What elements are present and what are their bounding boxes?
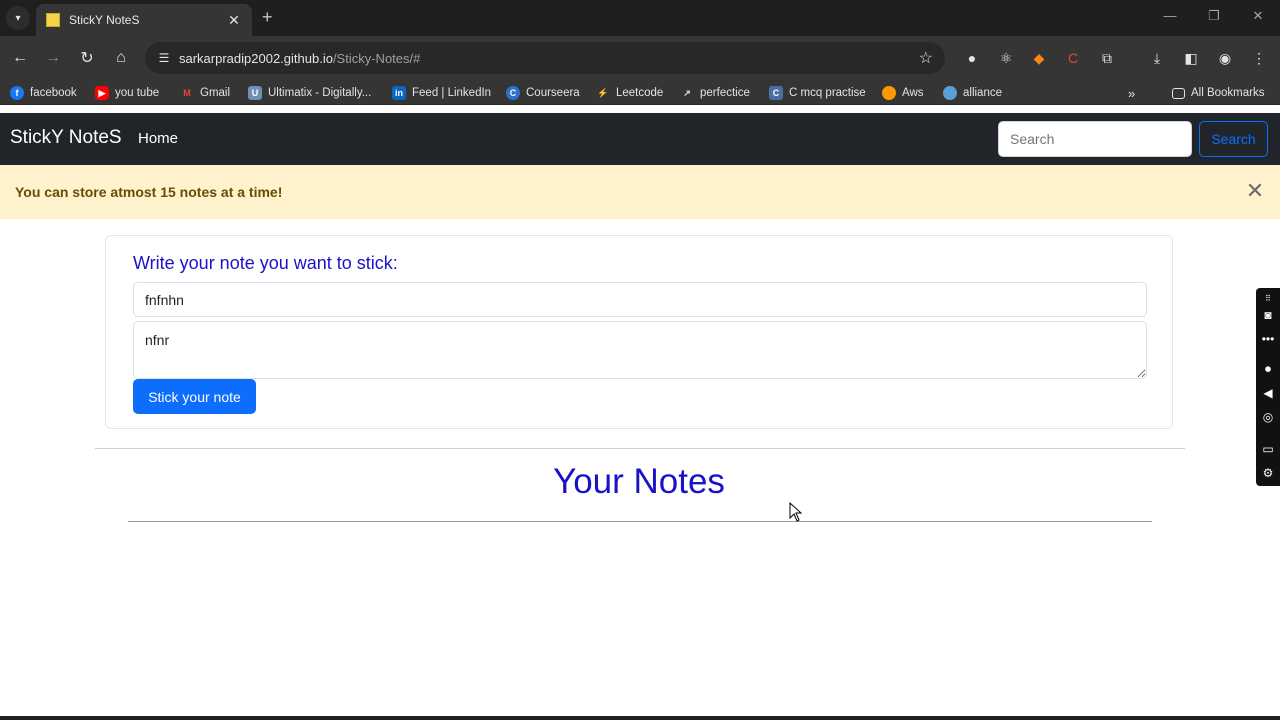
all-bookmarks[interactable]: All Bookmarks xyxy=(1172,84,1265,102)
bookmark-ultimatix[interactable]: U Ultimatix - Digitally... xyxy=(248,84,371,102)
browser-tab-active[interactable]: StickY NoteS ✕ xyxy=(36,4,252,36)
bookmark-label: facebook xyxy=(30,87,77,99)
bookmark-linkedin[interactable]: in Feed | LinkedIn xyxy=(392,84,491,102)
back-icon[interactable]: ← xyxy=(9,47,31,69)
section-divider xyxy=(95,448,1185,449)
search-button[interactable]: Search xyxy=(1199,121,1268,157)
bookmark-label: Leetcode xyxy=(616,87,664,99)
bottom-border xyxy=(0,716,1280,720)
bookmark-alliance[interactable]: alliance xyxy=(943,84,1002,102)
address-bar[interactable]: ☰ sarkarpradip2002.github.io/Sticky-Note… xyxy=(145,42,945,74)
side-panel-icon[interactable]: ◧ xyxy=(1181,48,1201,68)
bookmark-leetcode[interactable]: ⚡ Leetcode xyxy=(596,84,663,102)
bookmark-label: Feed | LinkedIn xyxy=(412,87,492,99)
bookmark-gmail[interactable]: M Gmail xyxy=(180,84,230,102)
microphone-icon[interactable]: ⏺ xyxy=(1259,360,1277,378)
bookmark-label: Ultimatix - Digitally... xyxy=(268,87,372,99)
webcam-icon[interactable]: ◎ xyxy=(1259,408,1277,426)
download-icon[interactable]: ⤓ xyxy=(1147,48,1167,68)
warning-alert: You can store atmost 15 notes at a time!… xyxy=(0,165,1280,219)
bookmark-coursera[interactable]: C Courseera xyxy=(506,84,580,102)
alliance-icon xyxy=(943,86,957,100)
camera-icon[interactable]: ◙ xyxy=(1259,306,1277,324)
browser-toolbar: ← → ↻ ⌂ ☰ sarkarpradip2002.github.io/Sti… xyxy=(0,36,1280,80)
stick-note-button[interactable]: Stick your note xyxy=(133,379,256,414)
notes-heading: Your Notes xyxy=(553,462,725,501)
browser-tab-strip: ▾ StickY NoteS ✕ + — ❐ ✕ xyxy=(0,0,1280,36)
alert-message: You can store atmost 15 notes at a time! xyxy=(15,184,283,200)
note-text-area[interactable]: nfnr xyxy=(133,321,1147,379)
leetcode-icon: ⚡ xyxy=(597,87,609,98)
url-path: /Sticky-Notes/# xyxy=(332,50,421,66)
bookmark-facebook[interactable]: f facebook xyxy=(10,84,77,102)
minimize-icon[interactable]: — xyxy=(1148,8,1192,23)
mouse-cursor-icon xyxy=(789,502,803,522)
bookmark-label: alliance xyxy=(963,87,1002,99)
bookmarks-bar: f facebook ▶ you tube M Gmail U Ultimatix - … xyxy=(0,80,1280,105)
react-devtools-icon[interactable]: ⚛ xyxy=(996,48,1016,68)
speaker-icon[interactable]: ◀ xyxy=(1259,384,1277,402)
bookmark-youtube[interactable]: ▶ you tube xyxy=(95,84,159,102)
url-host: sarkarpradip2002.github.io xyxy=(179,50,333,66)
metamask-icon[interactable]: ◆ xyxy=(1029,48,1049,68)
note-title-input[interactable] xyxy=(133,282,1147,317)
bookmark-label: Courseera xyxy=(526,87,580,99)
window-icon[interactable]: ▭ xyxy=(1259,440,1277,458)
bookmark-label: Aws xyxy=(902,87,924,99)
bookmark-perfectice[interactable]: ↗ perfectice xyxy=(680,84,750,102)
navbar-brand[interactable]: StickY NoteS xyxy=(10,127,122,149)
folder-icon xyxy=(1172,87,1185,99)
site-info-icon[interactable]: ☰ xyxy=(153,51,175,65)
extension-circle-icon[interactable]: ● xyxy=(962,48,982,68)
bookmark-label: you tube xyxy=(115,87,160,99)
form-heading: Write your note you want to stick: xyxy=(133,253,398,273)
more-bookmarks-icon[interactable]: » xyxy=(1128,84,1135,102)
extensions-puzzle-icon[interactable]: ⧉ xyxy=(1097,48,1117,68)
nav-link-home[interactable]: Home xyxy=(138,130,178,147)
external-link-icon: ↗ xyxy=(683,87,691,98)
more-menu-icon[interactable]: ⋮ xyxy=(1249,48,1269,68)
gmail-icon: M xyxy=(183,88,191,98)
reload-icon[interactable]: ↻ xyxy=(76,47,98,69)
facebook-icon: f xyxy=(10,86,24,100)
sticky-note-favicon-icon xyxy=(46,13,60,27)
bookmark-star-icon[interactable]: ☆ xyxy=(919,48,933,68)
extension-c-icon[interactable]: C xyxy=(1063,48,1083,68)
bookmark-label: C mcq practise xyxy=(789,87,866,99)
new-tab-icon[interactable]: + xyxy=(262,7,273,28)
note-form-card: Write your note you want to stick: nfnr … xyxy=(105,235,1173,429)
forward-icon[interactable]: → xyxy=(42,47,64,69)
bookmark-c-mcq[interactable]: C C mcq practise xyxy=(769,84,866,102)
ultimatix-icon: U xyxy=(248,86,262,100)
tab-search-icon[interactable]: ▾ xyxy=(6,6,30,30)
tab-title: StickY NoteS xyxy=(69,13,140,27)
bookmark-label: perfectice xyxy=(700,87,750,99)
settings-gear-icon[interactable]: ⚙ xyxy=(1259,464,1277,482)
linkedin-icon: in xyxy=(392,86,406,100)
home-icon[interactable]: ⌂ xyxy=(110,47,132,69)
restore-icon[interactable]: ❐ xyxy=(1192,8,1236,24)
tab-close-icon[interactable]: ✕ xyxy=(226,12,242,29)
search-input[interactable] xyxy=(998,121,1192,157)
aws-icon xyxy=(882,86,896,100)
alert-close-icon[interactable]: ✕ xyxy=(1244,180,1266,202)
profile-avatar-icon[interactable]: ◉ xyxy=(1215,48,1235,68)
bookmark-aws[interactable]: Aws xyxy=(882,84,924,102)
window-close-icon[interactable]: ✕ xyxy=(1236,8,1280,24)
all-bookmarks-label: All Bookmarks xyxy=(1191,87,1265,99)
coursera-icon: C xyxy=(506,86,520,100)
cmcq-icon: C xyxy=(769,86,783,100)
site-navbar: StickY NoteS Home Search xyxy=(0,113,1280,165)
recorder-toolbar: ⠿ ◙ ••• ⏺ ◀ ◎ ▭ ⚙ xyxy=(1256,288,1280,486)
notes-divider xyxy=(128,521,1152,522)
more-dots-icon[interactable]: ••• xyxy=(1259,330,1277,348)
youtube-icon: ▶ xyxy=(95,86,109,100)
bookmark-label: Gmail xyxy=(200,87,231,99)
